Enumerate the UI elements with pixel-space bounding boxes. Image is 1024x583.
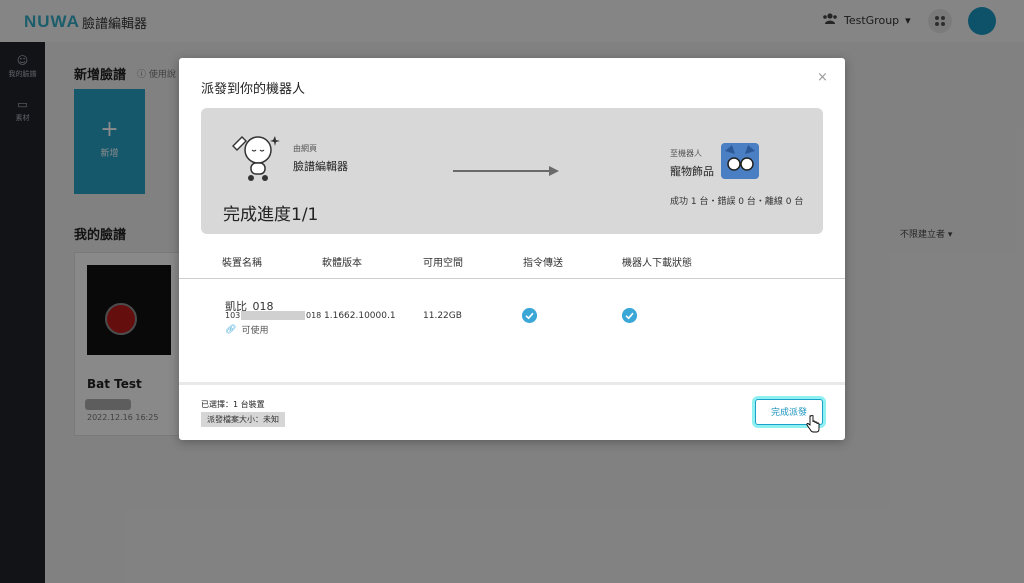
dialog-footer: 已選擇：1 台裝置 派發檔案大小：未知 完成派發 [179, 382, 845, 443]
table-header: 裝置名稱 軟體版本 可用空間 指令傳送 機器人下載狀態 [179, 254, 845, 279]
hand-cursor-icon [806, 415, 820, 433]
arrow-right-icon [453, 166, 559, 176]
command-sent-check-icon [522, 308, 537, 323]
device-space: 11.22GB [423, 311, 462, 321]
destination-name: 寵物飾品 [670, 165, 714, 178]
file-size-badge: 派發檔案大小：未知 [201, 412, 285, 427]
link-icon: 🔗︎ [225, 324, 237, 335]
col-download-status: 機器人下載狀態 [622, 258, 692, 269]
close-icon[interactable]: × [817, 70, 828, 85]
source-sub-label: 由網頁 [293, 144, 317, 153]
col-firmware: 軟體版本 [322, 258, 362, 269]
robot-icon [232, 136, 280, 181]
progress-text: 完成進度1/1 [223, 205, 319, 225]
destination-sub-label: 至機器人 [670, 149, 702, 158]
device-id-suffix: 018 [306, 311, 322, 320]
source-name: 臉譜編輯器 [293, 160, 348, 173]
selected-count: 已選擇：1 台裝置 [201, 400, 265, 409]
device-status-label: 可使用 [241, 326, 269, 336]
download-done-check-icon [622, 308, 637, 323]
device-firmware: 1.1662.10000.1 [324, 311, 396, 321]
device-status: 🔗︎ 可使用 [225, 323, 269, 337]
device-id-prefix: 103 [225, 311, 241, 320]
col-device-name: 裝置名稱 [222, 258, 262, 269]
dispatch-dialog: 派發到你的機器人 × 由網頁 臉譜編輯器 至機器人 寵物飾品 完成進度1/1 成… [179, 58, 845, 440]
col-command: 指令傳送 [523, 258, 563, 269]
col-space: 可用空間 [423, 258, 463, 269]
dialog-title: 派發到你的機器人 [201, 82, 306, 97]
dispatch-banner: 由網頁 臉譜編輯器 至機器人 寵物飾品 完成進度1/1 成功 1 台・錯誤 0 … [201, 108, 823, 234]
device-id-redacted [241, 311, 305, 320]
dispatch-summary: 成功 1 台・錯誤 0 台・離線 0 台 [670, 197, 804, 207]
pet-accessory-icon [721, 143, 759, 179]
